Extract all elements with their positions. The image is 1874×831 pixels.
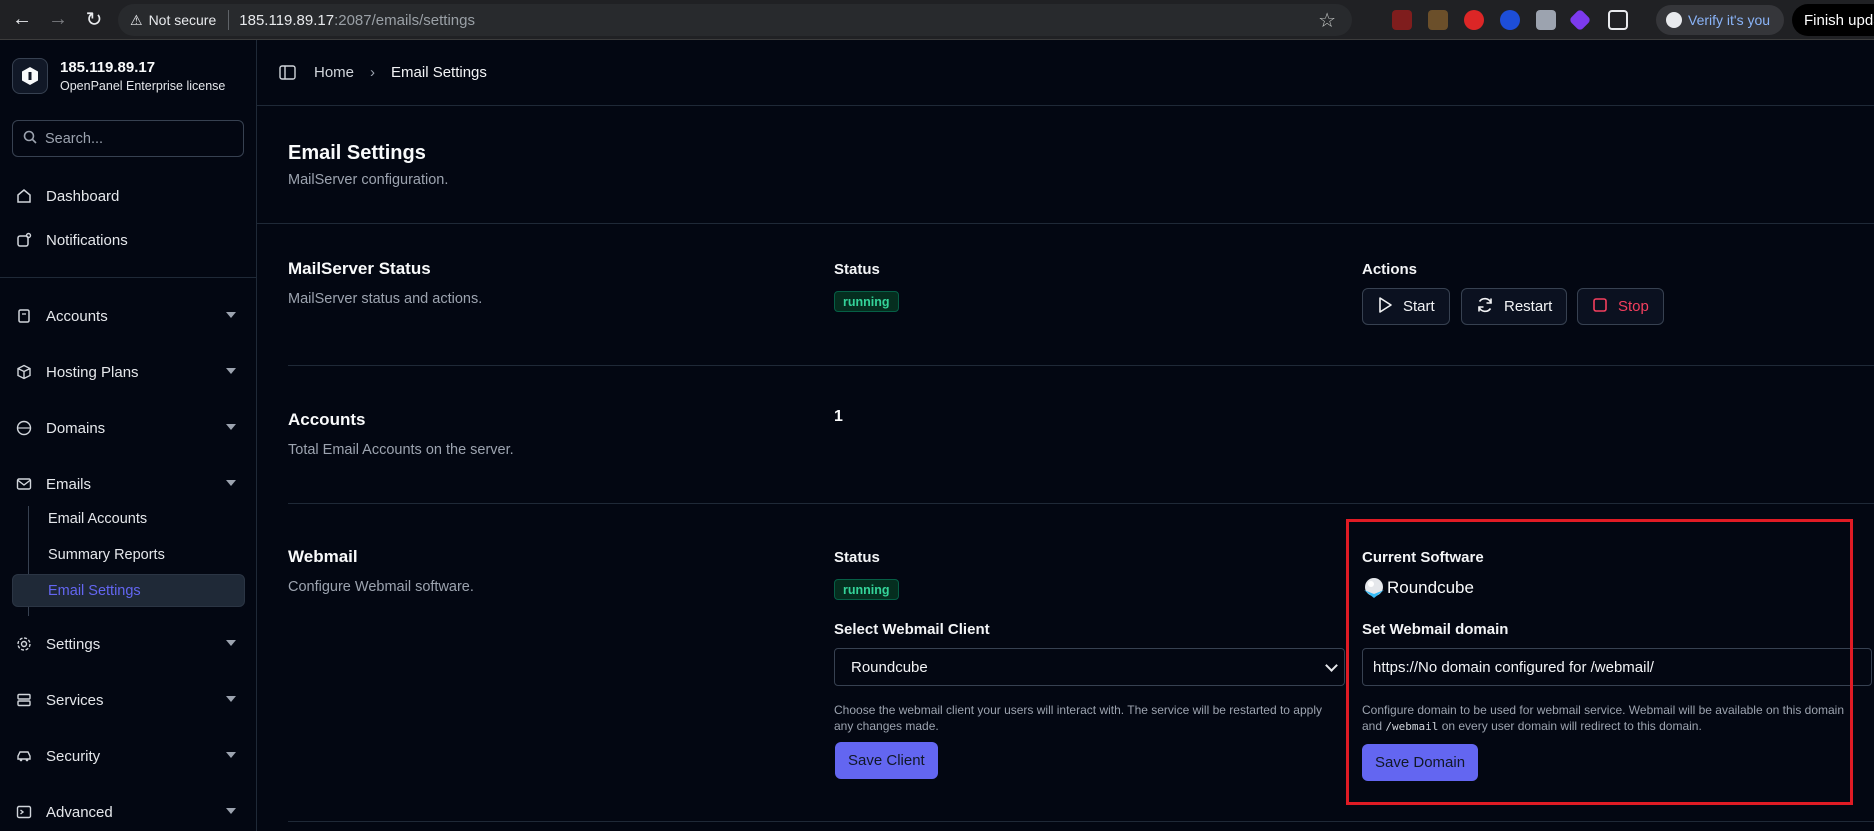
mailserver-status-label: Status xyxy=(834,261,880,278)
section-divider xyxy=(257,223,1874,224)
chevron-down-icon xyxy=(226,808,236,814)
search-box[interactable] xyxy=(12,120,244,157)
breadcrumb: Home › Email Settings xyxy=(257,40,1874,106)
webmail-status-badge: running xyxy=(834,579,899,600)
start-button[interactable]: Start xyxy=(1362,288,1450,325)
finish-update-button[interactable]: Finish update xyxy=(1792,4,1874,36)
accounts-count: 1 xyxy=(834,408,843,425)
extension-icon[interactable] xyxy=(1500,10,1520,30)
sidebar-subitem-summary-reports[interactable]: Summary Reports xyxy=(48,547,165,563)
mailserver-section-title: MailServer Status xyxy=(288,259,431,278)
webmail-client-help: Choose the webmail client your users wil… xyxy=(834,703,1322,733)
back-icon[interactable]: ← xyxy=(4,0,40,40)
accounts-section-title: Accounts xyxy=(288,410,366,429)
sidebar-item-emails[interactable]: Emails xyxy=(12,467,246,501)
mailserver-status-badge: running xyxy=(834,291,899,312)
chevron-down-icon xyxy=(1325,659,1338,672)
forward-icon[interactable]: → xyxy=(40,0,76,40)
section-divider xyxy=(288,365,1874,366)
browser-toolbar: ← → ↻ ⚠ Not secure 185.119.89.17:2087/em… xyxy=(0,0,1874,40)
notification-icon xyxy=(12,232,36,248)
extension-icon[interactable] xyxy=(1464,10,1484,30)
search-input[interactable] xyxy=(45,130,225,147)
section-divider xyxy=(288,821,1874,822)
url-host: 185.119.89.17 xyxy=(239,11,335,29)
stop-icon xyxy=(1592,297,1608,317)
car-icon xyxy=(12,748,36,764)
sidebar-item-services[interactable]: Services xyxy=(12,683,246,717)
chevron-down-icon xyxy=(226,640,236,646)
sidebar: 185.119.89.17 OpenPanel Enterprise licen… xyxy=(0,40,257,831)
chevron-down-icon xyxy=(226,312,236,318)
stop-button[interactable]: Stop xyxy=(1577,288,1664,325)
webmail-client-selected: Roundcube xyxy=(851,658,928,676)
sidebar-toggle-icon[interactable] xyxy=(279,65,296,80)
chevron-down-icon xyxy=(226,368,236,374)
bookmark-star-icon[interactable]: ☆ xyxy=(1318,8,1336,33)
book-icon xyxy=(12,308,36,324)
address-bar[interactable]: ⚠ Not secure 185.119.89.17:2087/emails/s… xyxy=(118,4,1352,36)
highlight-box xyxy=(1346,519,1853,805)
extension-icon[interactable] xyxy=(1392,10,1412,30)
sidebar-item-advanced[interactable]: Advanced xyxy=(12,795,246,829)
restart-button[interactable]: Restart xyxy=(1461,288,1568,325)
webmail-section-desc: Configure Webmail software. xyxy=(288,579,474,595)
mailserver-section-desc: MailServer status and actions. xyxy=(288,291,483,307)
sidebar-item-settings[interactable]: Settings xyxy=(12,627,246,661)
accounts-section-desc: Total Email Accounts on the server. xyxy=(288,442,514,458)
terminal-icon xyxy=(12,804,36,820)
extension-icon[interactable] xyxy=(1568,8,1592,32)
extension-icon[interactable] xyxy=(1428,10,1448,30)
sidebar-item-dashboard[interactable]: Dashboard xyxy=(12,179,246,213)
save-client-button[interactable]: Save Client xyxy=(835,742,938,779)
sidebar-item-domains[interactable]: Domains xyxy=(12,411,246,445)
page-title: Email Settings xyxy=(288,142,426,164)
play-icon xyxy=(1377,296,1393,318)
select-webmail-label: Select Webmail Client xyxy=(834,621,990,638)
webmail-client-select[interactable]: Roundcube xyxy=(834,648,1345,686)
chevron-down-icon xyxy=(226,424,236,430)
gear-icon xyxy=(12,636,36,652)
www-icon xyxy=(12,420,36,436)
page-subtitle: MailServer configuration. xyxy=(288,172,449,188)
server-brand[interactable]: 185.119.89.17 OpenPanel Enterprise licen… xyxy=(12,58,225,94)
sidebar-subitem-email-accounts[interactable]: Email Accounts xyxy=(48,511,147,527)
mailserver-actions-label: Actions xyxy=(1362,261,1418,278)
webmail-section-title: Webmail xyxy=(288,547,358,566)
home-icon xyxy=(12,188,36,204)
mail-icon xyxy=(12,476,36,492)
server-icon xyxy=(12,692,36,708)
sidebar-item-notifications[interactable]: Notifications xyxy=(12,223,246,257)
chevron-down-icon xyxy=(226,480,236,486)
profile-icon xyxy=(1666,12,1682,28)
openpanel-logo-icon xyxy=(12,58,48,94)
section-divider xyxy=(288,503,1874,504)
not-secure-indicator[interactable]: ⚠ Not secure xyxy=(130,10,230,30)
webmail-status-label: Status xyxy=(834,549,880,566)
search-icon xyxy=(23,130,37,148)
refresh-icon xyxy=(1476,296,1494,318)
camera-icon[interactable] xyxy=(1536,10,1556,30)
chevron-down-icon xyxy=(226,696,236,702)
reload-icon[interactable]: ↻ xyxy=(76,0,112,40)
sidebar-item-hosting-plans[interactable]: Hosting Plans xyxy=(12,355,246,389)
url-path: :2087/emails/settings xyxy=(334,11,475,29)
sidebar-item-security[interactable]: Security xyxy=(12,739,246,773)
license-label: OpenPanel Enterprise license xyxy=(60,79,226,93)
breadcrumb-home[interactable]: Home xyxy=(314,64,354,81)
sidebar-item-accounts[interactable]: Accounts xyxy=(12,299,246,333)
breadcrumb-current: Email Settings xyxy=(391,64,487,81)
verify-profile-button[interactable]: Verify it's you xyxy=(1656,5,1784,35)
sidebar-divider xyxy=(0,277,257,278)
sidebar-subitem-email-settings-label: Email Settings xyxy=(48,583,141,599)
puzzle-icon[interactable] xyxy=(1608,10,1628,30)
server-ip: 185.119.89.17 xyxy=(60,59,156,76)
chevron-right-icon: › xyxy=(370,64,376,81)
package-icon xyxy=(12,364,36,380)
chevron-down-icon xyxy=(226,752,236,758)
warning-icon: ⚠ xyxy=(130,11,143,28)
